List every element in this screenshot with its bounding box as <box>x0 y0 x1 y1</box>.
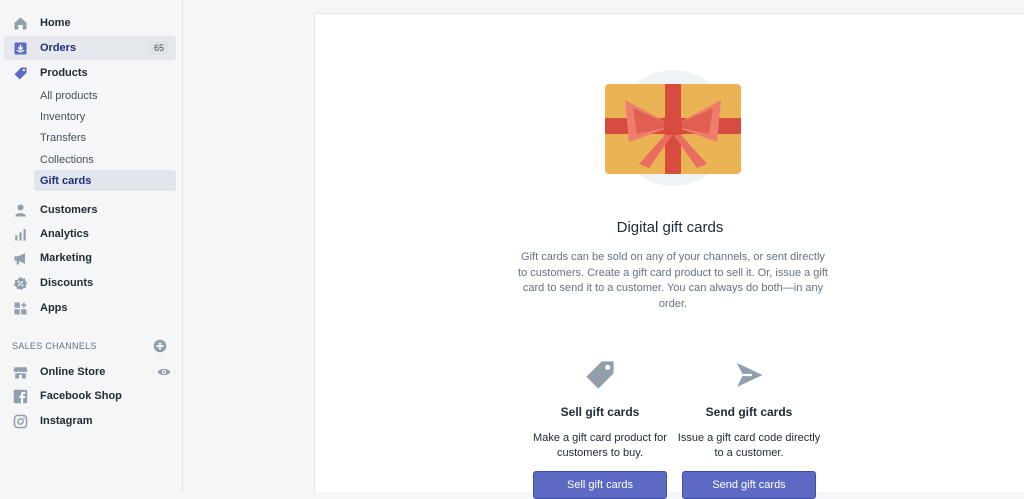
store-icon <box>12 364 28 380</box>
nav-products-label: Products <box>40 67 88 79</box>
nav-orders[interactable]: Orders 65 <box>4 36 176 60</box>
empty-state-description: Gift cards can be sold on any of your ch… <box>518 251 828 310</box>
send-arrow-icon <box>674 356 824 394</box>
sub-gift-cards-label: Gift cards <box>40 174 92 187</box>
facebook-icon <box>12 388 28 404</box>
nav-discounts[interactable]: Discounts <box>4 271 176 295</box>
sub-all-products[interactable]: All products <box>34 85 176 106</box>
empty-state-title: Digital gift cards <box>616 219 724 236</box>
sub-all-products-label: All products <box>40 89 98 102</box>
channel-facebook-shop[interactable]: Facebook Shop <box>4 384 176 408</box>
channel-instagram-label: Instagram <box>40 415 93 427</box>
nav-apps[interactable]: Apps <box>4 296 176 320</box>
sidebar: Home Orders 65 Products All products Inv… <box>0 0 183 492</box>
sub-gift-cards[interactable]: Gift cards <box>34 170 176 191</box>
channel-online-store-label: Online Store <box>40 366 106 378</box>
send-gift-cards-description: Issue a gift card code directly to a cus… <box>677 432 821 459</box>
send-gift-cards-title: Send gift cards <box>705 405 793 419</box>
sales-channels-header: SALES CHANNELS <box>12 339 172 353</box>
sub-collections-label: Collections <box>40 153 94 166</box>
nav-customers[interactable]: Customers <box>4 198 176 222</box>
nav-analytics-label: Analytics <box>40 228 89 240</box>
channel-online-store[interactable]: Online Store <box>4 360 176 384</box>
discount-icon <box>12 275 28 291</box>
nav-marketing-label: Marketing <box>40 252 92 264</box>
nav-discounts-label: Discounts <box>40 277 94 289</box>
sales-channels-label: SALES CHANNELS <box>12 341 97 351</box>
nav-apps-label: Apps <box>40 302 68 314</box>
nav-home-label: Home <box>40 17 71 29</box>
channel-instagram[interactable]: Instagram <box>4 409 176 433</box>
megaphone-icon <box>12 250 28 266</box>
gift-card-illustration <box>603 70 743 191</box>
nav-customers-label: Customers <box>40 204 98 216</box>
view-eye-icon[interactable] <box>157 365 171 382</box>
orders-count-badge: 65 <box>147 41 170 55</box>
sub-transfers[interactable]: Transfers <box>34 127 176 148</box>
nav-orders-label: Orders <box>40 42 77 54</box>
bar-chart-icon <box>12 226 28 242</box>
sub-transfers-label: Transfers <box>40 131 87 144</box>
sell-gift-cards-option: Sell gift cards Make a gift card product… <box>525 356 675 499</box>
gift-cards-empty-state: Digital gift cards Gift cards can be sol… <box>314 13 1024 499</box>
sell-gift-cards-description: Make a gift card product for customers t… <box>533 432 667 459</box>
nav-analytics[interactable]: Analytics <box>4 222 176 246</box>
home-icon <box>12 15 28 31</box>
sell-gift-cards-title: Sell gift cards <box>560 405 640 419</box>
nav-home[interactable]: Home <box>4 11 176 35</box>
sell-gift-cards-button[interactable]: Sell gift cards <box>533 471 667 499</box>
send-gift-cards-button[interactable]: Send gift cards <box>682 471 816 499</box>
send-gift-cards-option: Send gift cards Issue a gift card code d… <box>674 356 824 499</box>
sub-inventory-label: Inventory <box>40 110 86 123</box>
person-icon <box>12 202 28 218</box>
channel-facebook-shop-label: Facebook Shop <box>40 390 122 402</box>
orders-icon <box>12 40 28 56</box>
nav-products[interactable]: Products <box>4 61 176 85</box>
sub-collections[interactable]: Collections <box>34 149 176 170</box>
nav-marketing[interactable]: Marketing <box>4 246 176 270</box>
sub-inventory[interactable]: Inventory <box>34 106 176 127</box>
add-channel-icon[interactable] <box>153 339 167 355</box>
instagram-icon <box>12 413 28 429</box>
apps-icon <box>12 300 28 316</box>
tag-icon <box>525 356 675 394</box>
tag-icon <box>12 65 28 81</box>
